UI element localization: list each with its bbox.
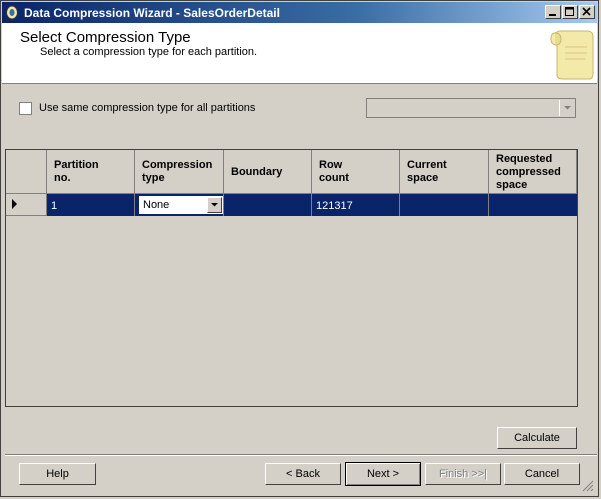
col-header-row-count[interactable]: Row count xyxy=(312,150,400,194)
compression-type-dropdown[interactable]: None xyxy=(139,196,223,214)
chevron-down-icon xyxy=(211,203,218,207)
page-subtitle: Select a compression type for each parti… xyxy=(40,46,258,58)
cell-row-count[interactable]: 121317 xyxy=(312,194,400,216)
next-button[interactable]: Next > xyxy=(345,462,421,486)
col-header-current-space[interactable]: Current space xyxy=(400,150,489,194)
footer-separator xyxy=(5,454,597,456)
maximize-icon xyxy=(565,7,574,16)
col-header-current-space-line1: Current xyxy=(407,159,447,171)
close-button[interactable] xyxy=(579,5,595,19)
close-icon xyxy=(582,7,591,16)
col-header-partition-line1: Partition xyxy=(54,159,99,171)
col-header-row-count-line1: Row xyxy=(319,159,343,171)
scroll-icon xyxy=(550,30,594,80)
window-title: Data Compression Wizard - SalesOrderDeta… xyxy=(24,6,280,20)
wizard-header: Select Compression Type Select a compres… xyxy=(2,23,597,84)
col-header-compression-line2: type xyxy=(142,172,165,184)
same-type-label: Use same compression type for all partit… xyxy=(39,102,256,114)
back-button[interactable]: < Back xyxy=(265,463,341,485)
cell-requested-space[interactable] xyxy=(489,194,577,216)
col-header-boundary-line1: Boundary xyxy=(231,166,283,178)
col-header-partition-line2: no. xyxy=(54,172,71,184)
col-header-requested-space-line1: Requested xyxy=(496,153,553,165)
table-row[interactable]: 1 121317 xyxy=(6,194,577,216)
col-header-requested-space-line2: compressed xyxy=(496,166,561,178)
col-header-requested-space[interactable]: Requested compressed space xyxy=(489,150,577,194)
cell-boundary[interactable] xyxy=(224,194,312,216)
resize-grip-icon[interactable] xyxy=(582,480,594,492)
maximize-button[interactable] xyxy=(562,5,578,19)
row-header[interactable] xyxy=(6,194,47,216)
partitions-grid[interactable]: Partition no. Compression type Boundary … xyxy=(5,149,578,407)
col-header-partition[interactable]: Partition no. xyxy=(47,150,135,194)
col-header-boundary[interactable]: Boundary xyxy=(224,150,312,194)
col-header-compression-line1: Compression xyxy=(142,159,213,171)
compression-type-value: None xyxy=(143,199,170,211)
same-type-combo[interactable] xyxy=(366,98,576,118)
col-header-compression[interactable]: Compression type xyxy=(135,150,224,194)
chevron-down-icon xyxy=(564,106,571,110)
title-bar[interactable]: Data Compression Wizard - SalesOrderDeta… xyxy=(2,2,597,23)
minimize-button[interactable] xyxy=(545,5,561,19)
cancel-button[interactable]: Cancel xyxy=(504,463,580,485)
cell-partition-no[interactable]: 1 xyxy=(47,194,135,216)
col-header-current-space-line2: space xyxy=(407,172,439,184)
app-icon xyxy=(6,5,18,20)
wizard-window: Data Compression Wizard - SalesOrderDeta… xyxy=(0,0,599,497)
finish-button[interactable]: Finish >>| xyxy=(425,463,501,485)
page-title: Select Compression Type xyxy=(20,29,191,46)
help-button[interactable]: Help xyxy=(19,463,96,485)
cell-current-space[interactable] xyxy=(400,194,489,216)
minimize-icon xyxy=(549,14,556,16)
compression-type-dropdown-button[interactable] xyxy=(207,197,222,213)
calculate-button[interactable]: Calculate xyxy=(497,427,577,449)
col-header-row-count-line2: count xyxy=(319,172,349,184)
current-row-icon xyxy=(12,199,17,209)
same-type-checkbox[interactable] xyxy=(19,102,32,115)
grid-corner-header xyxy=(6,150,47,194)
combo-dropdown-button[interactable] xyxy=(559,100,574,116)
col-header-requested-space-line3: space xyxy=(496,179,528,191)
